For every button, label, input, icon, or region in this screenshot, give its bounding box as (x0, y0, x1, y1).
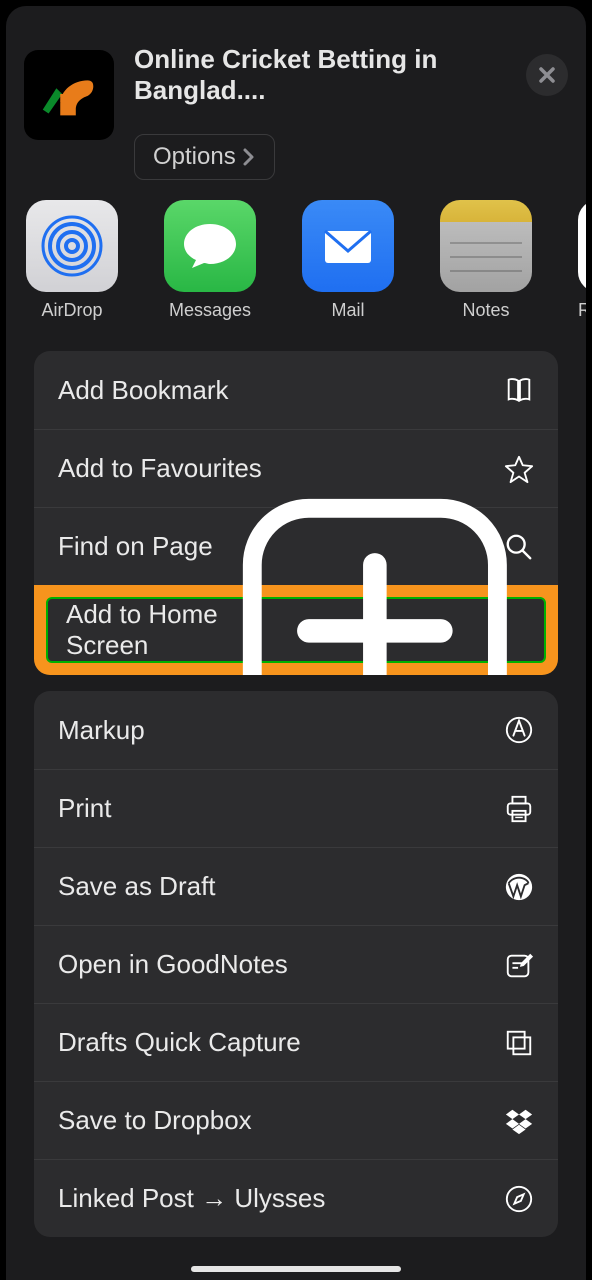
ulysses-row[interactable]: Linked Post → Ulysses (34, 1159, 558, 1237)
dropbox-icon (504, 1106, 534, 1136)
dropbox-row[interactable]: Save to Dropbox (34, 1081, 558, 1159)
compass-icon (504, 1184, 534, 1214)
wordpress-icon (504, 872, 534, 902)
row-label: Drafts Quick Capture (58, 1027, 301, 1058)
share-header: Online Cricket Betting in Banglad.... Op… (6, 6, 586, 200)
share-airdrop[interactable]: AirDrop (26, 200, 118, 321)
mail-icon (302, 200, 394, 292)
header-text: Online Cricket Betting in Banglad.... Op… (134, 24, 506, 180)
row-label: Add to Home Screen (66, 599, 224, 661)
row-label: Save to Dropbox (58, 1105, 252, 1136)
add-home-screen-row[interactable]: Add to Home Screen (46, 597, 546, 663)
compose-icon (504, 950, 534, 980)
print-icon (504, 794, 534, 824)
print-row[interactable]: Print (34, 769, 558, 847)
share-mail[interactable]: Mail (302, 200, 394, 321)
share-notes[interactable]: Notes (440, 200, 532, 321)
add-home-screen-highlight: Add to Home Screen (34, 585, 558, 675)
markup-row[interactable]: Markup (34, 691, 558, 769)
row-label: Add Bookmark (58, 375, 229, 406)
options-button[interactable]: Options (134, 134, 275, 180)
chevron-right-icon (242, 147, 256, 167)
close-button[interactable] (526, 54, 568, 96)
row-label: Find on Page (58, 531, 213, 562)
share-label: Re (578, 300, 586, 321)
book-icon (504, 375, 534, 405)
add-bookmark-row[interactable]: Add Bookmark (34, 351, 558, 429)
close-icon (537, 65, 557, 85)
home-indicator[interactable] (191, 1266, 401, 1272)
row-label: Linked Post → Ulysses (58, 1183, 325, 1214)
share-sheet: Online Cricket Betting in Banglad.... Op… (6, 6, 586, 1280)
save-draft-row[interactable]: Save as Draft (34, 847, 558, 925)
site-icon (24, 50, 114, 140)
actions-group-1: Add Bookmark Add to Favourites Find on P… (34, 351, 558, 675)
goodnotes-row[interactable]: Open in GoodNotes (34, 925, 558, 1003)
row-label: Print (58, 793, 111, 824)
plus-square-icon (224, 480, 526, 676)
share-label: Messages (169, 300, 251, 321)
share-messages[interactable]: Messages (164, 200, 256, 321)
row-label: Markup (58, 715, 145, 746)
airdrop-icon (26, 200, 118, 292)
options-label: Options (153, 143, 236, 171)
page-title: Online Cricket Betting in Banglad.... (134, 44, 506, 106)
actions-group-2: Markup Print Save as Draft Open in Goo (34, 691, 558, 1237)
notes-icon (440, 200, 532, 292)
reminders-icon (578, 200, 586, 292)
share-label: Notes (462, 300, 509, 321)
share-apps-row[interactable]: AirDrop Messages Mail (6, 200, 586, 343)
row-label: Open in GoodNotes (58, 949, 288, 980)
share-label: AirDrop (41, 300, 102, 321)
drafts-capture-row[interactable]: Drafts Quick Capture (34, 1003, 558, 1081)
share-reminders-partial[interactable]: Re (578, 200, 586, 321)
copy-icon (504, 1028, 534, 1058)
row-label: Save as Draft (58, 871, 216, 902)
messages-icon (164, 200, 256, 292)
markup-icon (504, 715, 534, 745)
share-label: Mail (331, 300, 364, 321)
